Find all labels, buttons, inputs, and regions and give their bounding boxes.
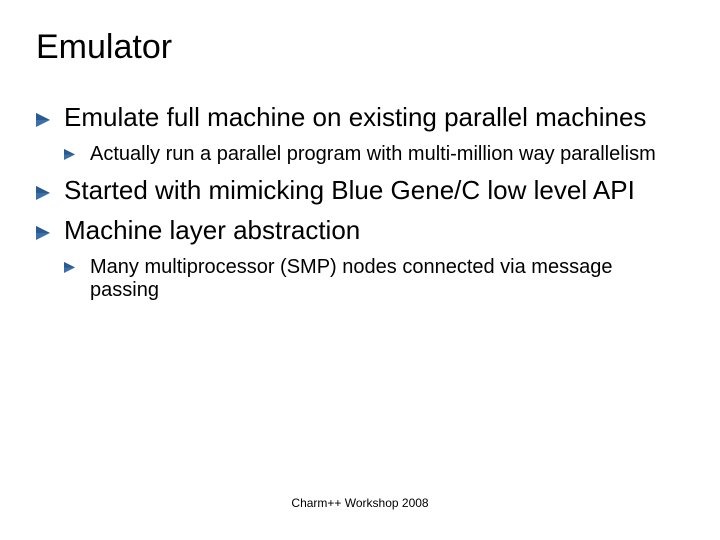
list-item-text: Emulate full machine on existing paralle… <box>64 102 646 132</box>
sub-list: Many multiprocessor (SMP) nodes connecte… <box>64 256 684 302</box>
arrow-icon <box>36 186 50 200</box>
list-item: Actually run a parallel program with mul… <box>64 143 684 166</box>
list-item: Started with mimicking Blue Gene/C low l… <box>36 176 684 206</box>
list-item: Many multiprocessor (SMP) nodes connecte… <box>64 256 684 302</box>
arrow-icon <box>64 262 75 273</box>
slide-footer: Charm++ Workshop 2008 <box>0 496 720 510</box>
slide-content: Emulate full machine on existing paralle… <box>36 103 684 302</box>
sub-list: Actually run a parallel program with mul… <box>64 143 684 166</box>
list-item: Emulate full machine on existing paralle… <box>36 103 684 166</box>
list-item-text: Started with mimicking Blue Gene/C low l… <box>64 175 635 205</box>
slide: Emulator Emulate full machine on existin… <box>0 0 720 540</box>
list-item: Machine layer abstraction Many multiproc… <box>36 216 684 302</box>
bullet-list: Emulate full machine on existing paralle… <box>36 103 684 302</box>
list-item-text: Machine layer abstraction <box>64 215 360 245</box>
arrow-icon <box>64 149 75 160</box>
list-item-text: Many multiprocessor (SMP) nodes connecte… <box>90 256 612 301</box>
arrow-icon <box>36 226 50 240</box>
slide-title: Emulator <box>36 28 684 67</box>
arrow-icon <box>36 113 50 127</box>
list-item-text: Actually run a parallel program with mul… <box>90 143 656 165</box>
